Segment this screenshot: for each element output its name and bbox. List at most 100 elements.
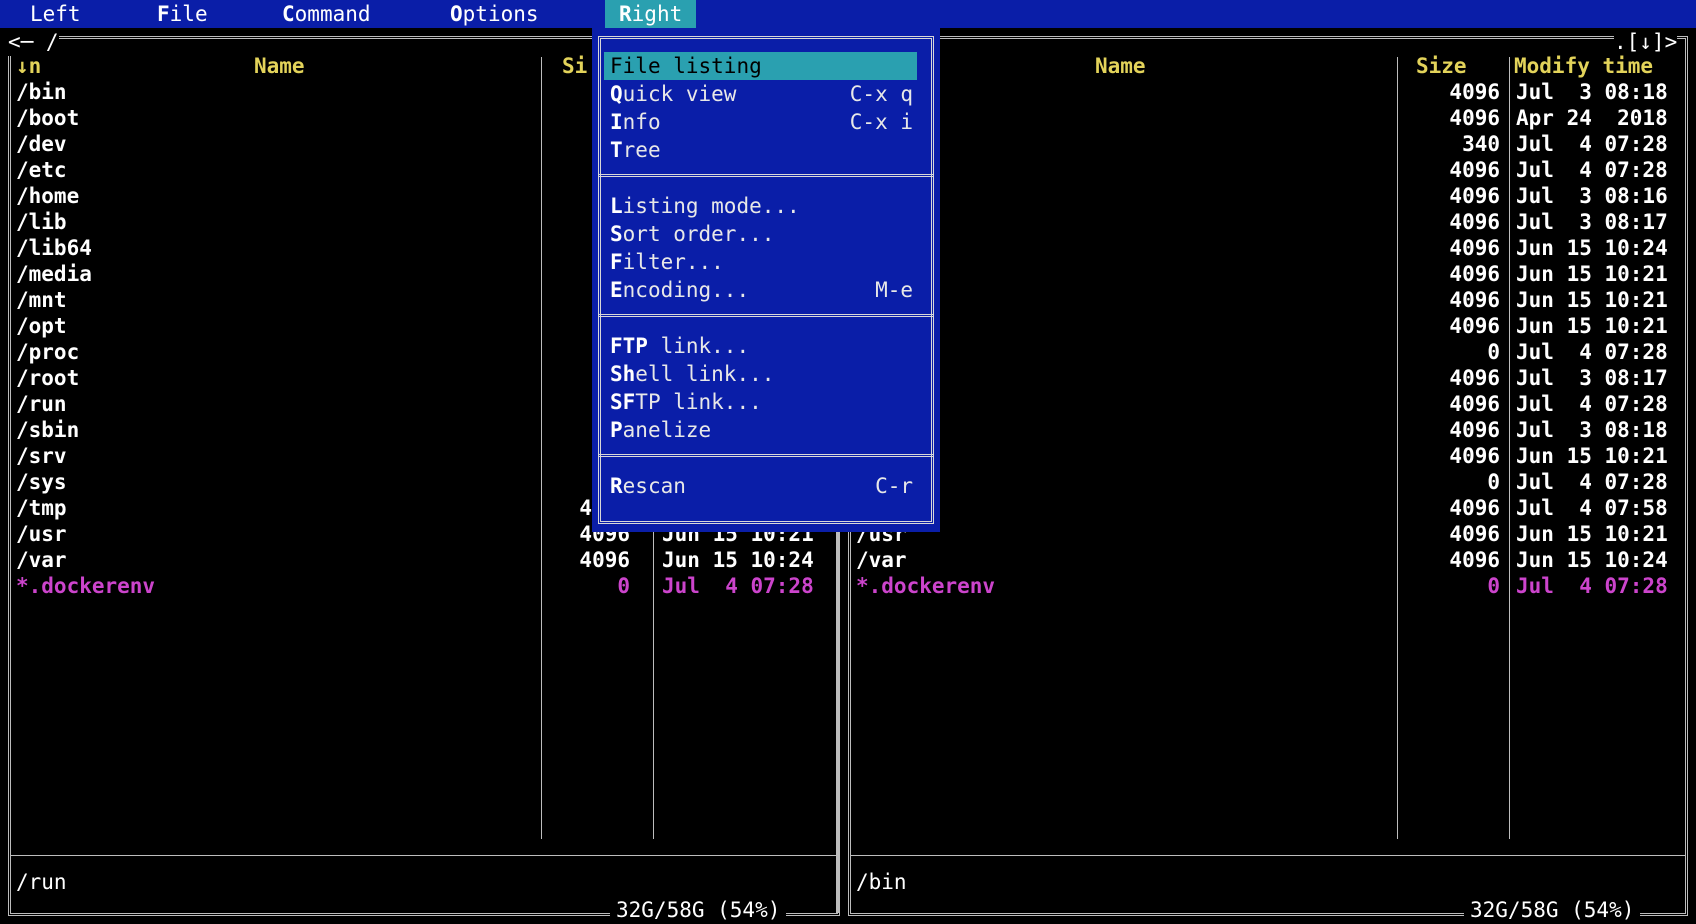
file-name[interactable]: /dev bbox=[16, 130, 67, 158]
file-name[interactable]: /sys bbox=[16, 468, 67, 496]
file-size: 4096 bbox=[579, 548, 630, 572]
file-name[interactable]: /sbin bbox=[16, 416, 79, 444]
file-name[interactable]: /root bbox=[16, 364, 79, 392]
file-name[interactable]: /proc bbox=[16, 338, 79, 366]
menu-file[interactable]: File bbox=[157, 0, 208, 28]
file-modify-time: Jun 15 10:21 bbox=[1516, 522, 1668, 546]
menu-item[interactable]: FTP link... bbox=[604, 332, 917, 360]
file-name[interactable]: /media bbox=[16, 260, 92, 288]
menu-separator bbox=[598, 174, 934, 177]
file-name[interactable]: /boot bbox=[16, 104, 79, 132]
menu-item[interactable]: SFTP link... bbox=[604, 388, 917, 416]
name-column-header[interactable]: Name bbox=[1095, 52, 1146, 80]
menu-item-shortcut: C-x q bbox=[849, 82, 913, 106]
menu-item[interactable]: Panelize bbox=[604, 416, 917, 444]
file-size: 4096 bbox=[1449, 444, 1500, 468]
file-modify-time: Jul 4 07:28 bbox=[662, 574, 814, 598]
menu-item[interactable]: Shell link... bbox=[604, 360, 917, 388]
file-name[interactable]: /usr bbox=[16, 520, 67, 548]
file-name[interactable]: /var bbox=[16, 546, 67, 574]
file-size: 4096 bbox=[1449, 496, 1500, 520]
file-name[interactable]: /opt bbox=[16, 312, 67, 340]
menu-item-label: Rescan bbox=[604, 474, 686, 498]
file-size: 4096 bbox=[1449, 262, 1500, 286]
menu-bar: Left File Command Options Right bbox=[0, 0, 1696, 28]
name-column-header[interactable]: Name bbox=[254, 52, 305, 80]
menu-item-label: Panelize bbox=[604, 418, 711, 442]
file-modify-time: Jun 15 10:24 bbox=[1516, 548, 1668, 572]
menu-item-label: Sort order... bbox=[604, 222, 774, 246]
menu-item-shortcut: C-x i bbox=[849, 110, 913, 134]
size-column-header[interactable]: Si bbox=[562, 52, 587, 80]
menu-item-hotkey: S bbox=[610, 222, 623, 246]
file-size: 4096 bbox=[1449, 288, 1500, 312]
menu-item-text: ree bbox=[622, 138, 661, 162]
menu-item[interactable]: Filter... bbox=[604, 248, 917, 276]
file-size: 4096 bbox=[1449, 210, 1500, 234]
menu-item[interactable]: Encoding... M-e bbox=[604, 276, 917, 304]
file-modify-time: Jul 4 07:28 bbox=[1516, 158, 1668, 182]
file-size: 4096 bbox=[1449, 548, 1500, 572]
menu-options[interactable]: Options bbox=[450, 0, 539, 28]
file-size: 4096 bbox=[1449, 366, 1500, 390]
menu-item[interactable]: Rescan C-r bbox=[604, 472, 917, 500]
menu-item-label: Info bbox=[604, 110, 661, 134]
menu-item-text: escan bbox=[622, 474, 686, 498]
file-modify-time: Jul 4 07:28 bbox=[1516, 470, 1668, 494]
file-size: 4096 bbox=[1449, 522, 1500, 546]
menu-item-text: ell link... bbox=[635, 362, 775, 386]
menu-item-hotkey: FTP bbox=[610, 334, 648, 358]
menu-right[interactable]: Right bbox=[605, 0, 697, 28]
menu-item-text: nfo bbox=[622, 110, 661, 134]
file-size: 4096 bbox=[1449, 80, 1500, 104]
size-column-header[interactable]: Size bbox=[1416, 52, 1467, 80]
menu-item-hotkey: Q bbox=[610, 82, 623, 106]
file-name[interactable]: *.dockerenv bbox=[16, 572, 155, 600]
file-modify-time: Jul 4 07:58 bbox=[1516, 496, 1668, 520]
file-name[interactable]: /run bbox=[16, 390, 67, 418]
file-name[interactable]: /bin bbox=[16, 78, 67, 106]
menu-item-hotkey: I bbox=[610, 110, 623, 134]
menu-left[interactable]: Left bbox=[30, 0, 81, 28]
menu-item-label: FTP link... bbox=[604, 334, 749, 358]
menu-item[interactable]: Quick view C-x q bbox=[604, 80, 917, 108]
file-modify-time: Jul 4 07:28 bbox=[1516, 340, 1668, 364]
menu-item-text: isting mode... bbox=[622, 194, 800, 218]
menu-item-label: Quick view bbox=[604, 82, 736, 106]
file-name[interactable]: /etc bbox=[16, 156, 67, 184]
file-name[interactable]: /var bbox=[856, 546, 907, 574]
file-modify-time: Apr 24 2018 bbox=[1516, 106, 1668, 130]
file-name[interactable]: *.dockerenv bbox=[856, 572, 995, 600]
file-name[interactable]: /lib bbox=[16, 208, 67, 236]
menu-item-hotkey: P bbox=[610, 418, 623, 442]
menu-item-text: ncoding... bbox=[622, 278, 750, 302]
file-modify-time: Jun 15 10:21 bbox=[1516, 262, 1668, 286]
menu-item-hotkey: L bbox=[610, 194, 623, 218]
file-name[interactable]: /srv bbox=[16, 442, 67, 470]
menu-item[interactable]: File listing bbox=[604, 52, 917, 80]
menu-item-label: Listing mode... bbox=[604, 194, 800, 218]
menu-item[interactable]: Listing mode... bbox=[604, 192, 917, 220]
menu-item[interactable]: Info C-x i bbox=[604, 108, 917, 136]
file-name[interactable]: /lib64 bbox=[16, 234, 92, 262]
file-size: 4096 bbox=[1449, 418, 1500, 442]
file-modify-time: Jul 3 08:17 bbox=[1516, 366, 1668, 390]
file-name[interactable]: /mnt bbox=[16, 286, 67, 314]
file-size: 4096 bbox=[1449, 106, 1500, 130]
menu-item-text: ilter... bbox=[622, 250, 724, 274]
menu-item-hotkey: E bbox=[610, 278, 623, 302]
file-name[interactable]: /home bbox=[16, 182, 79, 210]
file-name[interactable]: /tmp bbox=[16, 494, 67, 522]
file-size: 4096 bbox=[1449, 158, 1500, 182]
size-column-divider bbox=[541, 57, 542, 839]
menu-command[interactable]: Command bbox=[282, 0, 371, 28]
file-modify-time: Jun 15 10:21 bbox=[1516, 288, 1668, 312]
menu-item[interactable]: Tree bbox=[604, 136, 917, 164]
file-size: 0 bbox=[1487, 340, 1500, 364]
menu-item[interactable]: Sort order... bbox=[604, 220, 917, 248]
right-menu-dropdown[interactable]: File listing Quick view C-x q Info C-x i Tree… bbox=[592, 28, 940, 532]
time-column-header[interactable]: Modify time bbox=[1514, 52, 1653, 80]
menu-item-label: Filter... bbox=[604, 250, 724, 274]
file-size: 0 bbox=[617, 574, 630, 598]
sort-indicator[interactable]: ↓n bbox=[16, 52, 41, 80]
